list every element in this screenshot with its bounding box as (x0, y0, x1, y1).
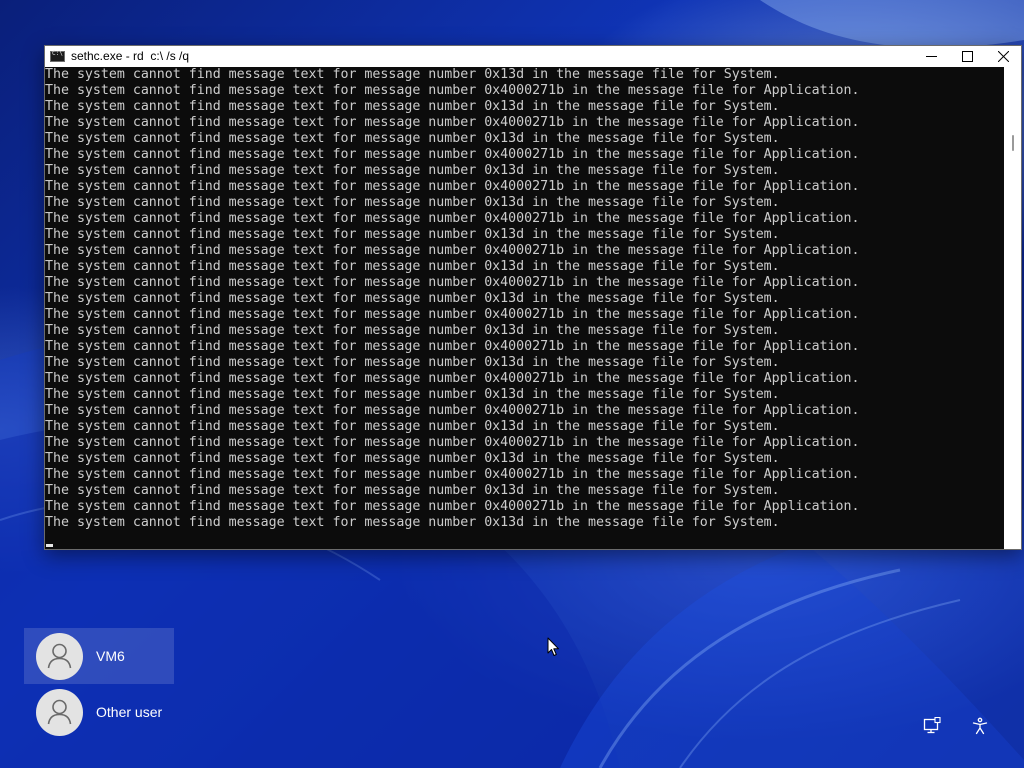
console-line: The system cannot find message text for … (45, 451, 780, 466)
console-line: The system cannot find message text for … (45, 195, 780, 210)
console-output[interactable]: The system cannot find message text for … (45, 67, 1003, 549)
title-bar[interactable]: sethc.exe - rd c:\ /s /q (45, 46, 1021, 67)
user-list: VM6 Other user (24, 628, 174, 740)
console-line: The system cannot find message text for … (45, 387, 780, 402)
maximize-button[interactable] (949, 46, 985, 67)
console-app-icon[interactable] (50, 50, 65, 62)
user-tile-vm6[interactable]: VM6 (24, 628, 174, 684)
close-icon (997, 51, 1009, 62)
user-avatar-icon (36, 688, 83, 736)
console-line: The system cannot find message text for … (45, 291, 780, 306)
maximize-icon (961, 51, 973, 62)
console-line: The system cannot find message text for … (45, 371, 860, 386)
console-line: The system cannot find message text for … (45, 275, 860, 290)
window-title: sethc.exe - rd c:\ /s /q (71, 49, 190, 63)
console-line: The system cannot find message text for … (45, 515, 780, 530)
console-line: The system cannot find message text for … (45, 67, 780, 82)
accessibility-icon (972, 717, 988, 735)
scrollbar-thumb[interactable] (1012, 135, 1014, 151)
console-lines: The system cannot find message text for … (45, 67, 1003, 531)
console-line: The system cannot find message text for … (45, 323, 780, 338)
console-line: The system cannot find message text for … (45, 435, 860, 450)
text-cursor (46, 544, 53, 547)
console-window[interactable]: sethc.exe - rd c:\ /s /q The system ca (44, 45, 1022, 550)
vertical-scrollbar[interactable] (1004, 67, 1021, 549)
minimize-icon (925, 56, 937, 57)
console-line: The system cannot find message text for … (45, 307, 860, 322)
user-avatar-icon (36, 632, 83, 680)
console-line: The system cannot find message text for … (45, 403, 860, 418)
system-icons (920, 714, 1016, 738)
accessibility-button[interactable] (968, 714, 992, 738)
console-line: The system cannot find message text for … (45, 355, 780, 370)
console-line: The system cannot find message text for … (45, 243, 860, 258)
console-line: The system cannot find message text for … (45, 99, 780, 114)
close-button[interactable] (985, 46, 1021, 67)
console-line: The system cannot find message text for … (45, 147, 860, 162)
user-tile-other-user[interactable]: Other user (24, 684, 174, 740)
console-line: The system cannot find message text for … (45, 115, 860, 130)
console-line: The system cannot find message text for … (45, 163, 780, 178)
console-line: The system cannot find message text for … (45, 179, 860, 194)
window-controls (913, 46, 1021, 67)
network-icon (923, 717, 941, 734)
console-line: The system cannot find message text for … (45, 259, 780, 274)
mouse-pointer-icon (547, 637, 560, 661)
console-line: The system cannot find message text for … (45, 419, 780, 434)
console-line: The system cannot find message text for … (45, 211, 860, 226)
console-line: The system cannot find message text for … (45, 467, 860, 482)
console-line: The system cannot find message text for … (45, 499, 860, 514)
console-line: The system cannot find message text for … (45, 227, 780, 242)
console-line: The system cannot find message text for … (45, 83, 860, 98)
user-name: VM6 (96, 648, 125, 664)
console-line: The system cannot find message text for … (45, 131, 780, 146)
network-button[interactable] (920, 714, 944, 738)
user-name: Other user (96, 704, 163, 720)
console-line: The system cannot find message text for … (45, 339, 860, 354)
console-line: The system cannot find message text for … (45, 483, 780, 498)
minimize-button[interactable] (913, 46, 949, 67)
